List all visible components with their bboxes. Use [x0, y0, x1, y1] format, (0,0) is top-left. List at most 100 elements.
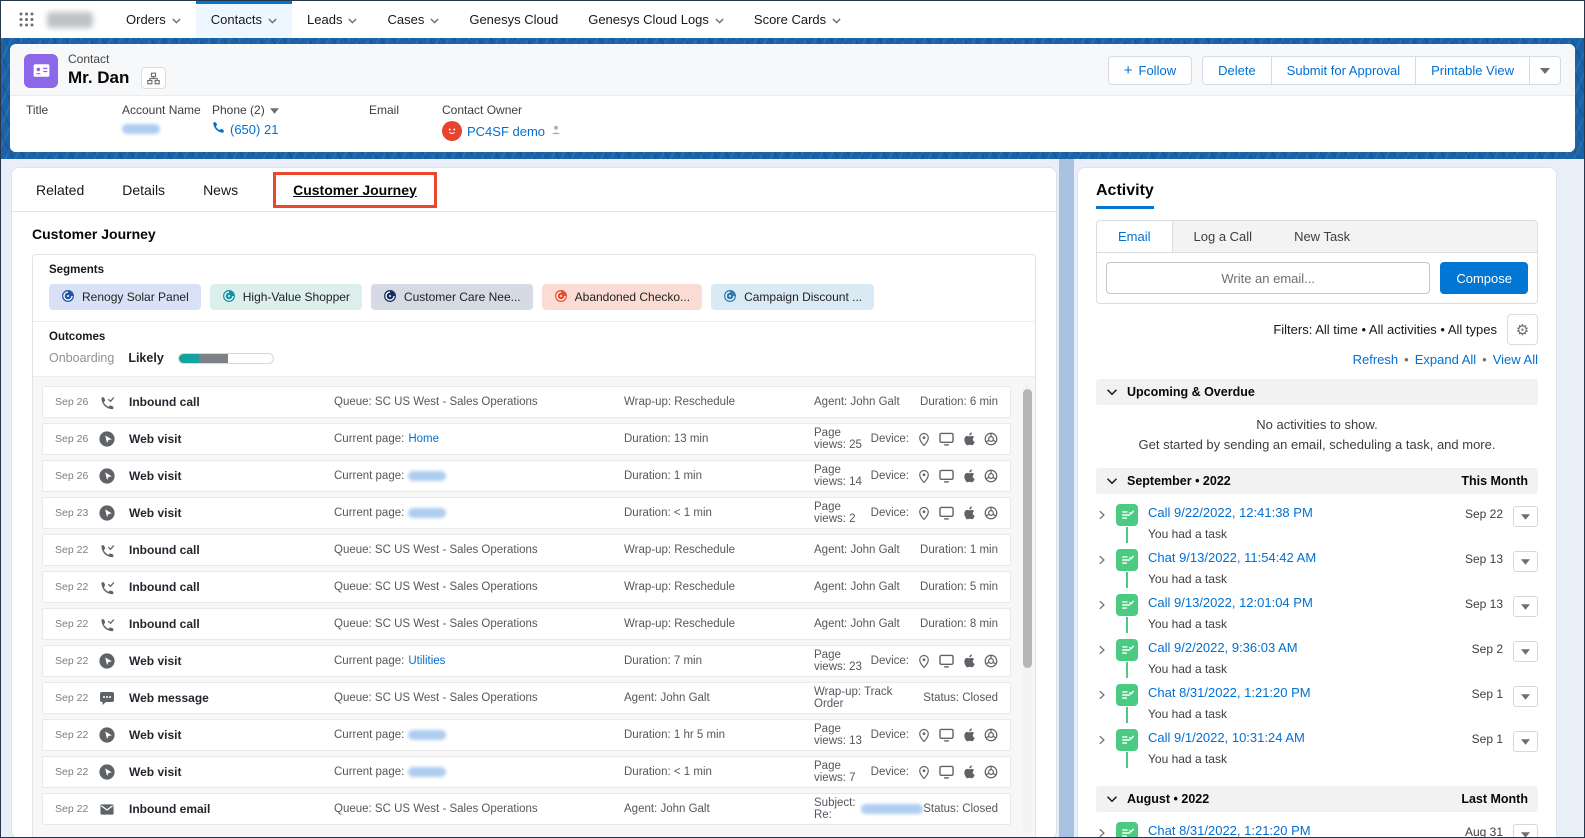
- row-date: Sep 22: [55, 581, 99, 593]
- journey-row[interactable]: Sep 26Web visitCurrent page:HomeDuration…: [42, 423, 1011, 455]
- activity-item-link[interactable]: Chat 8/31/2022, 1:21:20 PM: [1148, 685, 1311, 700]
- activity-item-menu-button[interactable]: [1513, 731, 1538, 752]
- composer-tab-log-a-call[interactable]: Log a Call: [1173, 221, 1274, 252]
- composer-tab-email[interactable]: Email: [1097, 221, 1173, 252]
- expand-chevron-icon[interactable]: [1096, 598, 1116, 616]
- section-upcoming-overdue[interactable]: Upcoming & Overdue: [1096, 379, 1538, 405]
- section-range-label: Last Month: [1461, 792, 1528, 806]
- journey-scrollbar[interactable]: [1023, 383, 1032, 833]
- activity-item-menu-button[interactable]: [1513, 686, 1538, 707]
- chevron-down-icon: [172, 12, 181, 27]
- follow-button[interactable]: +Follow: [1108, 56, 1192, 85]
- view-all-link[interactable]: View All: [1493, 352, 1538, 367]
- section-august-2022[interactable]: August • 2022 Last Month: [1096, 786, 1538, 812]
- tab-related[interactable]: Related: [36, 182, 84, 198]
- journey-row[interactable]: Sep 22Inbound callQueue: SC US West - Sa…: [42, 534, 1011, 566]
- activity-item-menu-button[interactable]: [1513, 596, 1538, 617]
- activity-item-link[interactable]: Chat 8/31/2022, 1:21:20 PM: [1148, 823, 1311, 838]
- app-logo: [47, 12, 93, 28]
- activity-item-link[interactable]: Call 9/13/2022, 12:01:04 PM: [1148, 595, 1313, 610]
- composer-tab-new-task[interactable]: New Task: [1273, 221, 1371, 252]
- journey-row[interactable]: Sep 22Inbound emailQueue: SC US West - S…: [42, 793, 1011, 825]
- activity-settings-button[interactable]: ⚙: [1507, 314, 1538, 345]
- salesforce-contact-page: OrdersContactsLeadsCasesGenesys CloudGen…: [0, 0, 1585, 838]
- expand-chevron-icon[interactable]: [1096, 553, 1116, 571]
- nav-tab-genesys-cloud-logs[interactable]: Genesys Cloud Logs: [573, 1, 739, 38]
- nav-tab-cases[interactable]: Cases: [372, 1, 454, 38]
- app-launcher-icon[interactable]: [11, 5, 41, 35]
- activity-item: Chat 9/13/2022, 11:54:42 AMYou had a tas…: [1096, 549, 1538, 594]
- row-type: Inbound call: [129, 617, 334, 631]
- printable-view-button[interactable]: Printable View: [1416, 56, 1530, 85]
- delete-button[interactable]: Delete: [1202, 56, 1272, 85]
- title-field-label: Title: [26, 103, 122, 117]
- compose-button[interactable]: Compose: [1440, 262, 1528, 294]
- expand-chevron-icon[interactable]: [1096, 826, 1116, 838]
- journey-row[interactable]: Sep 26Web visitCurrent page:Duration: 1 …: [42, 460, 1011, 492]
- activity-item-menu-button[interactable]: [1513, 824, 1538, 838]
- activity-item-menu-button[interactable]: [1513, 551, 1538, 572]
- more-actions-button[interactable]: [1530, 56, 1561, 85]
- location-pin-icon: [918, 728, 930, 743]
- tab-customer-journey[interactable]: Customer Journey: [273, 172, 437, 208]
- activity-item-menu-button[interactable]: [1513, 641, 1538, 662]
- change-owner-icon[interactable]: [550, 124, 562, 139]
- expand-chevron-icon[interactable]: [1096, 643, 1116, 661]
- segment-chip-renogy-solar-panel[interactable]: Renogy Solar Panel: [49, 284, 201, 310]
- record-actions: +Follow Delete Submit for Approval Print…: [1108, 56, 1561, 85]
- current-page-link[interactable]: Utilities: [408, 655, 445, 667]
- activity-item-menu-button[interactable]: [1513, 506, 1538, 527]
- apple-icon: [963, 506, 975, 520]
- expand-all-link[interactable]: Expand All: [1415, 352, 1476, 367]
- journey-row[interactable]: Sep 22Web visitCurrent page:UtilitiesDur…: [42, 645, 1011, 677]
- section-september-2022[interactable]: September • 2022 This Month: [1096, 468, 1538, 494]
- nav-tab-score-cards[interactable]: Score Cards: [739, 1, 856, 38]
- segment-chip-campaign-discount[interactable]: Campaign Discount ...: [711, 284, 874, 310]
- activity-item-link[interactable]: Call 9/22/2022, 12:41:38 PM: [1148, 505, 1313, 520]
- journey-row[interactable]: Sep 22Inbound callQueue: SC US West - Sa…: [42, 608, 1011, 640]
- journey-row[interactable]: Sep 26Inbound callQueue: SC US West - Sa…: [42, 386, 1011, 418]
- submit-for-approval-button[interactable]: Submit for Approval: [1272, 56, 1416, 85]
- tab-news[interactable]: News: [203, 182, 238, 198]
- redacted-text: [408, 767, 446, 777]
- activity-item-link[interactable]: Call 9/2/2022, 9:36:03 AM: [1148, 640, 1298, 655]
- nav-tab-leads[interactable]: Leads: [292, 1, 372, 38]
- task-icon: [1116, 729, 1138, 751]
- chevron-down-icon: [1106, 385, 1118, 399]
- journey-row[interactable]: Sep 22Web visitCurrent page:Duration: < …: [42, 756, 1011, 788]
- customer-journey-panel: Segments Renogy Solar PanelHigh-Value Sh…: [32, 254, 1036, 838]
- activity-item-link[interactable]: Call 9/1/2022, 10:31:24 AM: [1148, 730, 1305, 745]
- phone-number-link[interactable]: (650) 21: [230, 122, 278, 137]
- hierarchy-icon-button[interactable]: [141, 67, 166, 89]
- tab-details[interactable]: Details: [122, 182, 165, 198]
- nav-tab-genesys-cloud[interactable]: Genesys Cloud: [454, 1, 573, 38]
- row-type: Web visit: [129, 728, 334, 742]
- row-type: Web visit: [129, 506, 334, 520]
- account-name-redacted-link[interactable]: [122, 124, 160, 134]
- contact-owner-link[interactable]: PC4SF demo: [467, 124, 545, 139]
- nav-tab-contacts[interactable]: Contacts: [196, 1, 292, 38]
- journey-row[interactable]: Sep 22Web messageQueue: SC US West - Sal…: [42, 682, 1011, 714]
- expand-chevron-icon[interactable]: [1096, 508, 1116, 526]
- refresh-link[interactable]: Refresh: [1353, 352, 1399, 367]
- journey-row[interactable]: Sep 23Web visitCurrent page:Duration: < …: [42, 497, 1011, 529]
- phone-caret-icon[interactable]: [270, 103, 279, 117]
- journey-row[interactable]: Sep 22Web visitCurrent page:Duration: 1 …: [42, 719, 1011, 751]
- journey-row[interactable]: Sep 22Inbound callQueue: SC US West - Sa…: [42, 571, 1011, 603]
- inbound-call-icon: [99, 394, 129, 410]
- scrollbar-thumb[interactable]: [1023, 389, 1032, 668]
- current-page-link[interactable]: Home: [408, 433, 439, 445]
- nav-tab-orders[interactable]: Orders: [111, 1, 196, 38]
- email-input[interactable]: [1106, 262, 1430, 294]
- segment-chip-abandoned-checko[interactable]: Abandoned Checko...: [542, 284, 702, 310]
- expand-chevron-icon[interactable]: [1096, 733, 1116, 751]
- segment-chip-customer-care-nee[interactable]: Customer Care Nee...: [371, 284, 533, 310]
- chrome-icon: [984, 506, 998, 520]
- expand-chevron-icon[interactable]: [1096, 688, 1116, 706]
- segment-icon: [383, 289, 397, 306]
- location-pin-icon: [918, 506, 930, 521]
- segment-chip-high-value-shopper[interactable]: High-Value Shopper: [210, 284, 362, 310]
- segment-icon: [554, 289, 568, 306]
- activity-item-link[interactable]: Chat 9/13/2022, 11:54:42 AM: [1148, 550, 1316, 565]
- web-visit-icon: [99, 653, 129, 669]
